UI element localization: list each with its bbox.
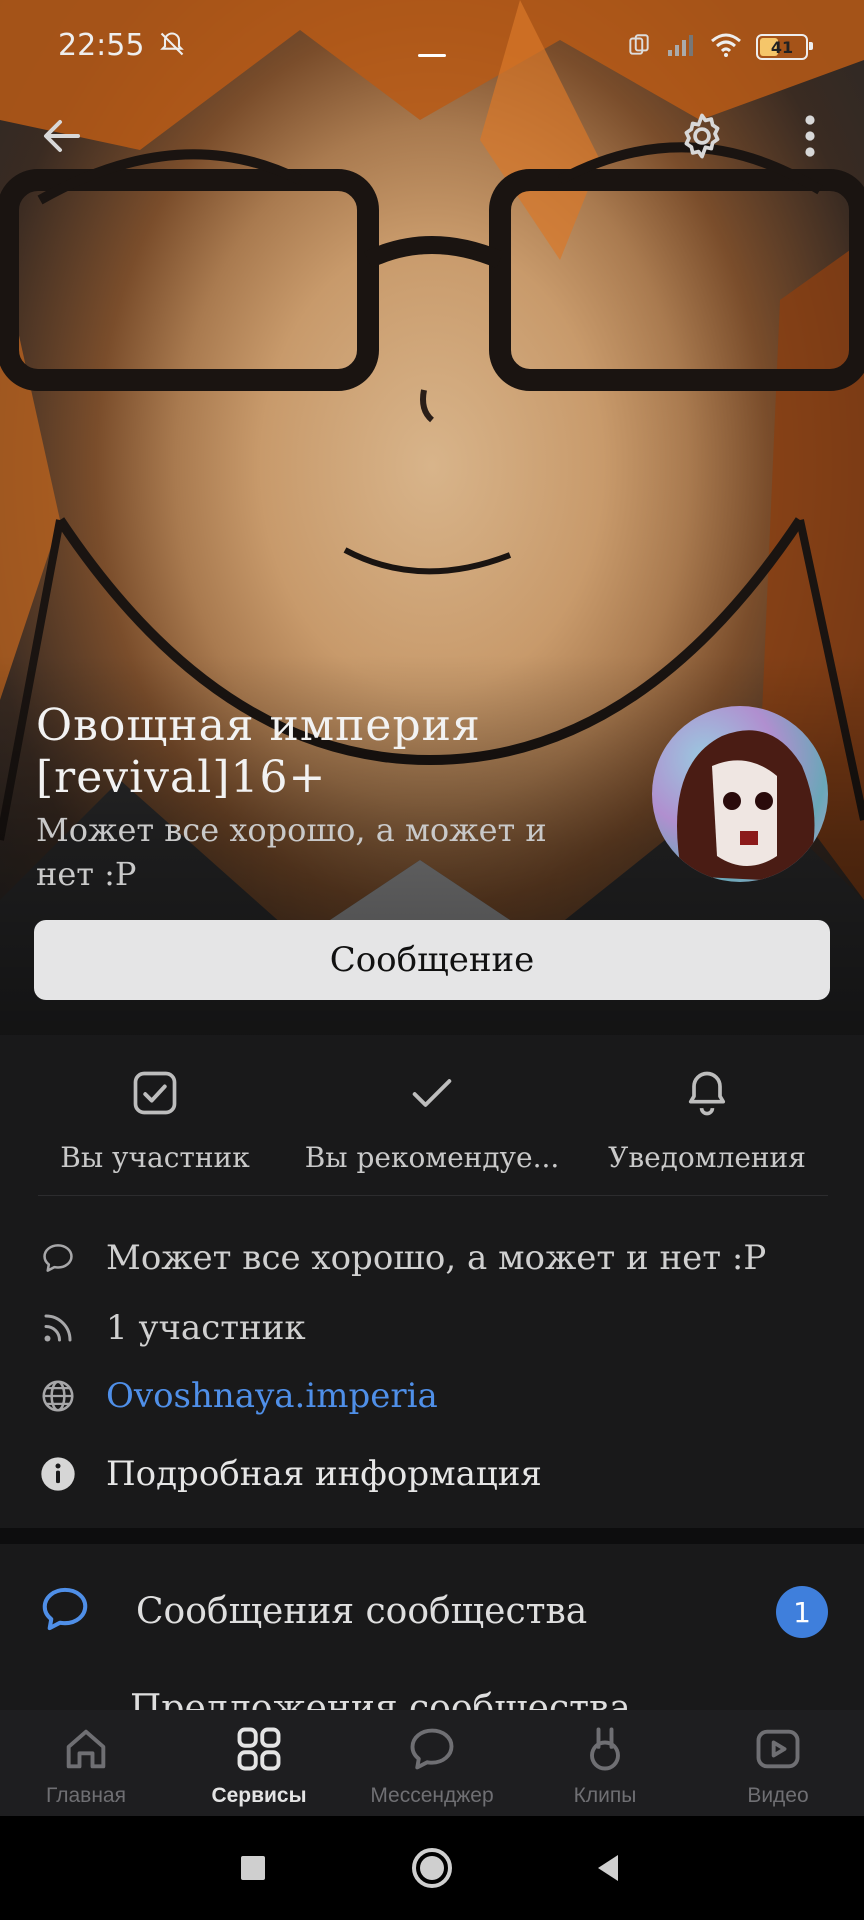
settings-button[interactable]: [674, 108, 730, 164]
sim-icon: [626, 32, 652, 62]
recents-button[interactable]: [231, 1846, 275, 1890]
tab-services-label: Сервисы: [211, 1784, 307, 1807]
gear-icon: [684, 113, 720, 159]
screen: 22:55 41 Овощная империя [revival]16+ Мо…: [0, 0, 864, 1920]
unread-badge: 1: [776, 1586, 828, 1638]
divider: [38, 1195, 828, 1196]
square-icon: [241, 1856, 265, 1880]
battery-level: 41: [770, 37, 794, 57]
tab-clips-label: Клипы: [573, 1784, 637, 1807]
notifications-action-label: Уведомления: [608, 1141, 806, 1174]
community-messages-label: Сообщения сообщества: [136, 1590, 588, 1632]
actions-bar: Вы участник Вы рекомендуе... Уведомления: [0, 1035, 864, 1195]
tab-home-label: Главная: [46, 1784, 126, 1807]
more-vertical-icon: [805, 115, 815, 157]
home-button[interactable]: [410, 1846, 454, 1890]
group-status: Может все хорошо, а может и нет :P: [36, 811, 547, 893]
info-members: 1 участник: [106, 1308, 306, 1348]
tab-services[interactable]: Сервисы: [173, 1722, 345, 1808]
circle-icon: [412, 1848, 452, 1888]
home-icon: [0, 1722, 172, 1776]
messenger-icon: [346, 1722, 518, 1776]
more-options-button[interactable]: [782, 108, 838, 164]
tab-video[interactable]: Видео: [692, 1722, 864, 1808]
bell-icon: [572, 1065, 842, 1121]
globe-icon: [38, 1376, 78, 1416]
tab-home[interactable]: Главная: [0, 1722, 172, 1808]
recommend-action[interactable]: Вы рекомендуе...: [297, 1065, 567, 1174]
system-nav-bar: [0, 1816, 864, 1920]
speech-bubble-icon: [38, 1238, 78, 1278]
info-description: Может все хорошо, а может и нет :P: [106, 1238, 767, 1278]
recommend-action-label: Вы рекомендуе...: [304, 1141, 560, 1174]
rss-icon: [38, 1308, 78, 1348]
tab-messenger-label: Мессенджер: [370, 1784, 494, 1807]
back-arrow-icon: [44, 120, 80, 152]
triangle-back-icon: [598, 1855, 618, 1881]
back-nav-button[interactable]: [586, 1846, 630, 1890]
info-details-row[interactable]: Подробная информация: [38, 1446, 838, 1502]
member-action-label: Вы участник: [60, 1141, 250, 1174]
group-title: Овощная империя [revival]16+: [36, 700, 481, 803]
status-time: 22:55: [58, 28, 145, 63]
check-icon: [297, 1065, 567, 1121]
signal-icon: [666, 32, 696, 62]
group-avatar[interactable]: [652, 706, 828, 882]
info-details: Подробная информация: [106, 1454, 542, 1494]
tab-video-label: Видео: [747, 1784, 809, 1807]
bottom-tab-bar: Главная Сервисы Мессенджер Клипы Видео: [0, 1710, 864, 1816]
tab-clips[interactable]: Клипы: [519, 1722, 691, 1808]
battery-icon: 41: [756, 34, 813, 60]
clips-icon: [519, 1722, 691, 1776]
checkbox-icon: [20, 1065, 290, 1121]
wifi-icon: [710, 32, 742, 62]
member-action[interactable]: Вы участник: [20, 1065, 290, 1174]
status-indicator: [418, 54, 446, 57]
mute-icon: [158, 30, 186, 62]
info-link[interactable]: Ovoshnaya.imperia: [106, 1376, 438, 1416]
services-icon: [173, 1722, 345, 1776]
avatar-image: [677, 730, 815, 882]
info-description-row: Может все хорошо, а может и нет :P: [38, 1230, 838, 1286]
info-icon: [38, 1454, 78, 1494]
notifications-action[interactable]: Уведомления: [572, 1065, 842, 1174]
message-button[interactable]: Сообщение: [34, 920, 830, 1000]
status-bar: 22:55 41: [0, 0, 864, 96]
message-bubble-icon: [38, 1582, 92, 1640]
back-button[interactable]: [34, 108, 90, 164]
status-icons: 41: [626, 32, 813, 62]
community-messages-row[interactable]: Сообщения сообщества 1: [38, 1580, 828, 1642]
tab-messenger[interactable]: Мессенджер: [346, 1722, 518, 1808]
info-link-row[interactable]: Ovoshnaya.imperia: [38, 1368, 838, 1424]
section-separator: [0, 1528, 864, 1544]
video-icon: [692, 1722, 864, 1776]
info-members-row[interactable]: 1 участник: [38, 1300, 838, 1356]
